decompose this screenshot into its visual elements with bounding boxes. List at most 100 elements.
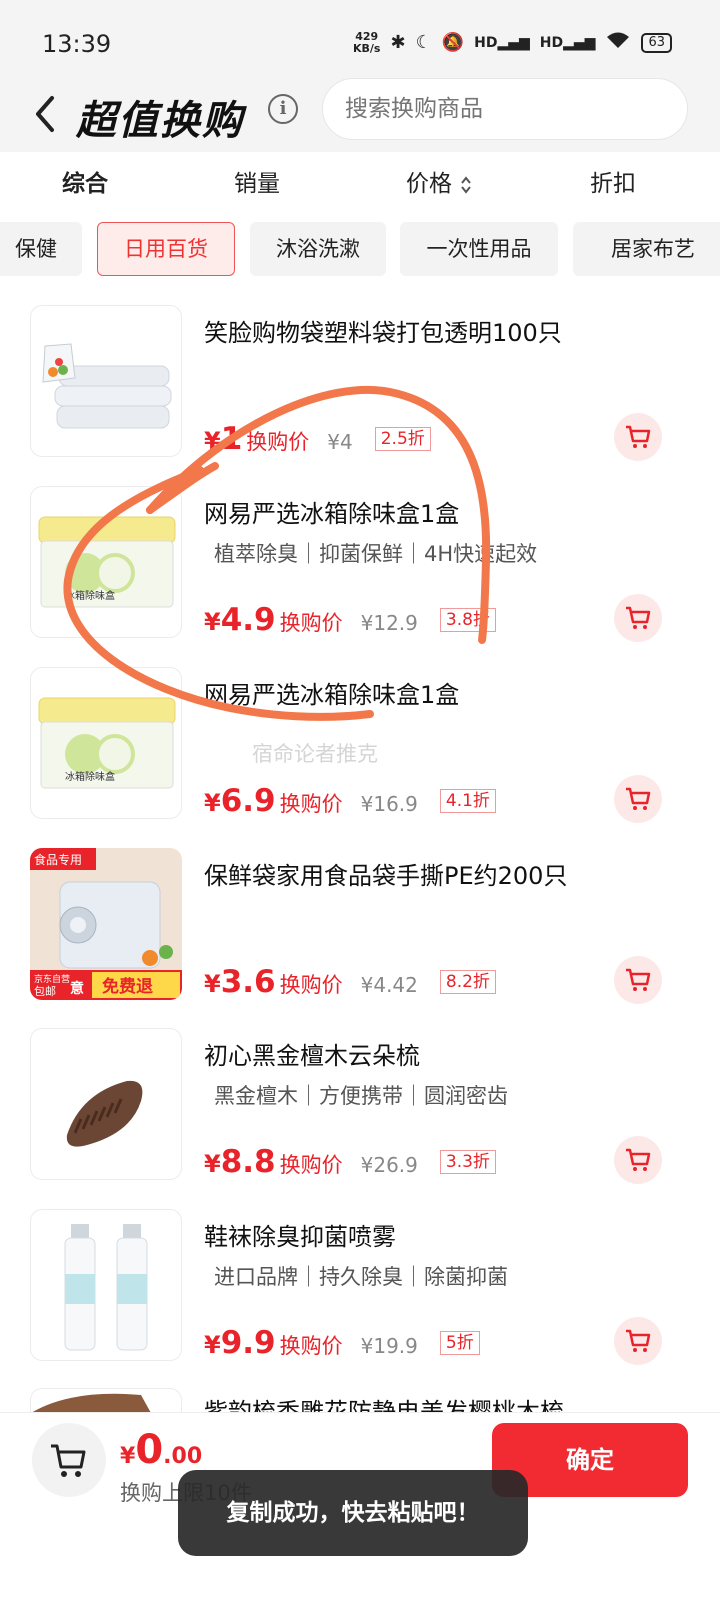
product-item[interactable]: 冰箱除味盒 网易严选冰箱除味盒1盒 植萃除臭｜抑菌保鲜｜4H快速起效 ¥ 4.9… xyxy=(0,486,720,666)
original-price: ¥4.42 xyxy=(360,973,418,997)
product-image-partial xyxy=(30,1388,182,1412)
search-box[interactable] xyxy=(322,78,688,140)
product-image: 食品专用 京东自营 包邮 意 免费退 xyxy=(30,848,182,1000)
sort-bar: 综合 销量 价格 折扣 xyxy=(0,152,720,210)
header: 超值换购 i xyxy=(0,78,720,152)
price-row: ¥ 3.6 换购价 ¥4.42 8.2折 xyxy=(204,964,496,1000)
discount-badge: 3.3折 xyxy=(439,1150,496,1174)
svg-text:意: 意 xyxy=(70,980,84,997)
moon-icon: ☾ xyxy=(415,32,432,53)
total-price: ¥ 0 .00 xyxy=(120,1427,203,1473)
cart-icon xyxy=(51,1444,86,1477)
sort-tab-sales[interactable]: 销量 xyxy=(234,164,280,198)
price-row: ¥ 8.8 换购价 ¥26.9 3.3折 xyxy=(204,1144,496,1180)
exchange-price: 8.8 xyxy=(220,1144,276,1180)
add-to-cart-button[interactable] xyxy=(614,594,662,642)
svg-text:食品专用: 食品专用 xyxy=(34,852,82,867)
svg-text:冰箱除味盒: 冰箱除味盒 xyxy=(65,589,115,602)
product-image: 冰箱除味盒 xyxy=(30,667,182,819)
product-image xyxy=(30,305,182,457)
price-row: ¥ 9.9 换购价 ¥19.9 5折 xyxy=(204,1325,480,1361)
discount-badge: 4.1折 xyxy=(439,789,496,813)
cart-icon xyxy=(626,1148,651,1171)
price-row: ¥ 1 换购价 ¥4 2.5折 xyxy=(204,421,431,457)
product-name: 网易严选冰箱除味盒1盒 xyxy=(204,500,460,528)
cart-icon xyxy=(626,968,651,991)
product-image xyxy=(30,1028,182,1180)
price-row: ¥ 4.9 换购价 ¥12.9 3.8折 xyxy=(204,602,496,638)
sort-tab-price[interactable]: 价格 xyxy=(406,164,473,198)
product-name-partial: 紫韵梳香雕花防静电美发樱桃木梳 xyxy=(204,1398,564,1412)
add-to-cart-button[interactable] xyxy=(614,413,662,461)
product-name: 网易严选冰箱除味盒1盒 xyxy=(204,681,460,709)
svg-text:京东自营: 京东自营 xyxy=(34,973,70,985)
product-tags: 黑金檀木｜方便携带｜圆润密齿 xyxy=(214,1084,508,1108)
discount-badge: 5折 xyxy=(439,1331,480,1355)
sort-arrows-icon xyxy=(461,175,472,194)
category-daily-goods[interactable]: 日用百货 xyxy=(97,222,235,276)
exchange-price: 3.6 xyxy=(220,964,276,1000)
product-image xyxy=(30,1209,182,1361)
category-home-textile[interactable]: 居家布艺 xyxy=(573,222,720,276)
exchange-price: 1 xyxy=(220,421,243,457)
bluetooth-icon: ✱ xyxy=(390,32,406,53)
add-to-cart-button[interactable] xyxy=(614,1317,662,1365)
product-image: 冰箱除味盒 xyxy=(30,486,182,638)
info-icon[interactable]: i xyxy=(268,94,298,124)
product-item[interactable]: 鞋袜除臭抑菌喷雾 进口品牌｜持久除臭｜除菌抑菌 ¥ 9.9 换购价 ¥19.9 … xyxy=(0,1209,720,1389)
product-name: 初心黑金檀木云朵梳 xyxy=(204,1042,420,1070)
signal-icon-2: HD▂▄▆ xyxy=(539,34,596,51)
battery-icon: 63 xyxy=(641,32,672,53)
add-to-cart-button[interactable] xyxy=(614,956,662,1004)
exchange-price: 9.9 xyxy=(220,1325,276,1361)
product-tags: 进口品牌｜持久除臭｜除菌抑菌 xyxy=(214,1265,508,1289)
original-price: ¥4 xyxy=(327,430,353,454)
product-item[interactable]: 食品专用 京东自营 包邮 意 免费退 保鲜袋家用食品袋手撕PE约200只 ¥ 3… xyxy=(0,848,720,1028)
cart-icon xyxy=(626,606,651,629)
category-bath[interactable]: 沐浴洗漱 xyxy=(250,222,386,276)
svg-text:免费退: 免费退 xyxy=(102,976,153,997)
sort-tab-comprehensive[interactable]: 综合 xyxy=(62,164,108,198)
original-price: ¥19.9 xyxy=(360,1334,418,1358)
add-to-cart-button[interactable] xyxy=(614,775,662,823)
cart-icon xyxy=(626,1329,651,1352)
exchange-price: 6.9 xyxy=(220,783,276,819)
product-name: 笑脸购物袋塑料袋打包透明100只 xyxy=(204,319,562,347)
add-to-cart-button[interactable] xyxy=(614,1136,662,1184)
back-arrow-icon xyxy=(36,96,54,132)
wifi-icon xyxy=(605,30,631,55)
category-disposable[interactable]: 一次性用品 xyxy=(400,222,558,276)
product-tags: 植萃除臭｜抑菌保鲜｜4H快速起效 xyxy=(214,542,538,566)
net-speed: 429 KB/s xyxy=(353,29,381,55)
watermark: 宿命论者推克 xyxy=(252,742,378,766)
toast-message: 复制成功，快去粘贴吧！ xyxy=(178,1470,528,1556)
original-price: ¥16.9 xyxy=(360,792,418,816)
price-row: ¥ 6.9 换购价 ¥16.9 4.1折 xyxy=(204,783,496,819)
product-name: 鞋袜除臭抑菌喷雾 xyxy=(204,1223,396,1251)
mute-icon: 🔕 xyxy=(441,32,465,53)
sort-tab-discount[interactable]: 折扣 xyxy=(590,164,636,198)
signal-icon: HD▂▄▆ xyxy=(474,34,530,51)
page-title: 超值换购 xyxy=(76,98,244,144)
cart-icon xyxy=(626,425,651,448)
cart-button[interactable] xyxy=(32,1423,106,1497)
status-bar: 13:39 429 KB/s ✱ ☾ 🔕 HD▂▄▆ HD▂▄▆ 63 xyxy=(0,0,720,84)
discount-badge: 2.5折 xyxy=(374,427,431,451)
status-time: 13:39 xyxy=(42,30,112,58)
category-bar: 保健 日用百货 沐浴洗漱 一次性用品 居家布艺 xyxy=(0,222,720,278)
status-icons: 429 KB/s ✱ ☾ 🔕 HD▂▄▆ HD▂▄▆ 63 xyxy=(353,30,672,55)
cart-icon xyxy=(626,787,651,810)
category-health[interactable]: 保健 xyxy=(0,222,82,276)
svg-text:冰箱除味盒: 冰箱除味盒 xyxy=(65,770,115,783)
back-button[interactable] xyxy=(30,92,70,140)
search-input[interactable] xyxy=(323,79,687,139)
original-price: ¥12.9 xyxy=(360,611,418,635)
exchange-price: 4.9 xyxy=(220,602,276,638)
product-item[interactable]: 初心黑金檀木云朵梳 黑金檀木｜方便携带｜圆润密齿 ¥ 8.8 换购价 ¥26.9… xyxy=(0,1028,720,1208)
discount-badge: 8.2折 xyxy=(439,970,496,994)
product-name: 保鲜袋家用食品袋手撕PE约200只 xyxy=(204,862,568,890)
product-item[interactable]: 笑脸购物袋塑料袋打包透明100只 ¥ 1 换购价 ¥4 2.5折 xyxy=(0,305,720,485)
original-price: ¥26.9 xyxy=(360,1153,418,1177)
svg-text:包邮: 包邮 xyxy=(34,985,56,998)
discount-badge: 3.8折 xyxy=(439,608,496,632)
